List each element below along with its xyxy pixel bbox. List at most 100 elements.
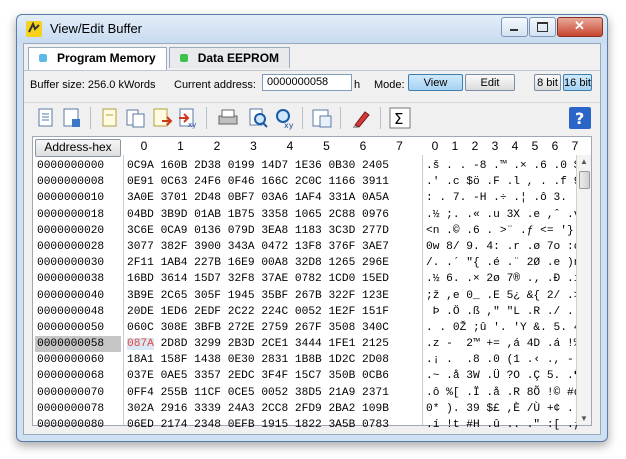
hex-word[interactable]: 3444 (295, 338, 322, 350)
hex-row[interactable]: 0FF4 255B 11CF 0CE5 0052 38D5 21A9 2371 (127, 385, 417, 401)
address-row[interactable]: 0000000018 (35, 207, 121, 223)
hex-word[interactable]: 1D2C (328, 354, 355, 366)
hex-word[interactable]: 0EFB (228, 419, 255, 431)
hex-word[interactable]: 331A (328, 192, 355, 204)
close-button[interactable]: ✕ (557, 17, 603, 37)
hex-word[interactable]: 3A5B (328, 419, 355, 431)
hex-word[interactable]: 255B (161, 387, 188, 399)
hex-row[interactable]: 0E91 0C63 24F6 0F46 166C 2C0C 1166 3911 (127, 174, 417, 190)
hex-word[interactable]: 20DE (127, 306, 154, 318)
title-bar[interactable]: View/Edit Buffer ✕ (17, 15, 607, 43)
16-bit-button[interactable]: 16 bit (563, 74, 592, 91)
scroll-thumb[interactable] (579, 171, 590, 189)
ascii-row[interactable]: .ô %[ .Ï .å .R 8Õ !© #q (426, 385, 586, 401)
hex-row[interactable]: 04BD 3B9D 01AB 1B75 3358 1065 2C88 0976 (127, 207, 417, 223)
hex-word[interactable]: 16BD (127, 273, 154, 285)
hex-word[interactable]: 0C63 (161, 176, 188, 188)
hex-word[interactable]: 3614 (161, 273, 188, 285)
ascii-row[interactable]: .š . . -8 .™ .× .6 .0 $. (426, 158, 587, 174)
ascii-row[interactable]: 0* ). 39 $£ ,È /Ù +¢ .› (426, 401, 586, 417)
hex-word[interactable]: 21A9 (328, 387, 355, 399)
ascii-row[interactable]: .½ ;. .« .u 3X .e ,ˆ .v (426, 207, 586, 223)
hex-row[interactable]: 2F11 1AB4 227B 16E9 00A8 32D8 1265 296E (127, 255, 417, 271)
hex-word[interactable]: 2916 (161, 403, 188, 415)
hex-word[interactable]: 109B (362, 403, 389, 415)
hex-word[interactable]: 3B9E (127, 290, 154, 302)
hex-word[interactable]: 03A6 (261, 192, 288, 204)
address-row[interactable]: 0000000060 (35, 352, 121, 368)
address-row[interactable]: 0000000000 (35, 158, 121, 174)
export-xy-icon[interactable]: xy (176, 106, 200, 130)
hex-word[interactable]: 1AB4 (161, 257, 188, 269)
hex-word[interactable]: 2C0C (295, 176, 322, 188)
hex-word[interactable]: 0FF4 (127, 387, 154, 399)
hex-row[interactable]: 087A 2D8D 3299 2B3D 2CE1 3444 1FE1 2125 (127, 336, 417, 352)
hex-word[interactable]: 2FD9 (295, 403, 322, 415)
hex-word[interactable]: 037E (127, 370, 154, 382)
hex-word[interactable]: 3BFB (194, 322, 221, 334)
hex-word[interactable]: 060C (127, 322, 154, 334)
ascii-row[interactable]: 0w 8/ 9. 4: .r .ø 7o :ç (426, 239, 586, 255)
hex-word[interactable]: 32F8 (228, 273, 255, 285)
hex-word[interactable]: 0199 (228, 160, 255, 172)
ascii-row[interactable]: . . 0Ž ;û '. 'Y &. 5. 4. (426, 320, 587, 336)
hex-word[interactable]: 0F46 (228, 176, 255, 188)
edit-mode-button[interactable]: Edit (465, 74, 515, 91)
address-row[interactable]: 0000000080 (35, 417, 121, 433)
hex-word[interactable]: 2BA2 (328, 403, 355, 415)
hex-word[interactable]: 3AE7 (362, 241, 389, 253)
hex-word[interactable]: 3EA8 (261, 225, 288, 237)
ascii-row[interactable]: : . 7. -H .÷ .¦ .ô 3. .Z (426, 190, 587, 206)
hex-word[interactable]: 2D48 (194, 192, 221, 204)
hex-row[interactable]: 3077 382F 3900 343A 0472 13F8 376F 3AE7 (127, 239, 417, 255)
hex-word[interactable]: 2405 (362, 160, 389, 172)
hex-word[interactable]: 24A3 (228, 403, 255, 415)
hex-word[interactable]: 2D08 (362, 354, 389, 366)
hex-word[interactable]: 3357 (194, 370, 221, 382)
hex-word[interactable]: 160B (161, 160, 188, 172)
hex-word[interactable]: 1B8B (295, 354, 322, 366)
hex-word[interactable]: 0976 (362, 209, 389, 221)
hex-word[interactable]: 3A0E (127, 192, 154, 204)
hex-word[interactable]: 3701 (161, 192, 188, 204)
address-row[interactable]: 0000000020 (35, 223, 121, 239)
hex-word[interactable]: 1E2F (328, 306, 355, 318)
hex-word[interactable]: 350B (328, 370, 355, 382)
hex-word[interactable]: 0136 (194, 225, 221, 237)
hex-word[interactable]: 0E91 (127, 176, 154, 188)
hex-word[interactable]: 1183 (295, 225, 322, 237)
fill-icon[interactable] (350, 106, 374, 130)
hex-row[interactable]: 18A1 158F 1438 0E30 2831 1B8B 1D2C 2D08 (127, 352, 417, 368)
find-icon[interactable] (246, 106, 270, 130)
hex-word[interactable]: 1CD0 (328, 273, 355, 285)
hex-row[interactable]: 3B9E 2C65 305F 1945 35BF 267B 322F 123E (127, 288, 417, 304)
hex-word[interactable]: 2125 (362, 338, 389, 350)
hex-word[interactable]: 2759 (261, 322, 288, 334)
hex-word[interactable]: 079D (228, 225, 255, 237)
hex-word[interactable]: 267B (295, 290, 322, 302)
hex-word[interactable]: 3900 (194, 241, 221, 253)
hex-word[interactable]: 2C88 (328, 209, 355, 221)
hex-word[interactable]: 2F11 (127, 257, 154, 269)
address-hex-header[interactable]: Address-hex (35, 139, 121, 157)
hex-word[interactable]: 340C (362, 322, 389, 334)
hex-word[interactable]: 15C7 (295, 370, 322, 382)
hex-word[interactable]: 0B30 (328, 160, 355, 172)
print-icon[interactable] (216, 106, 240, 130)
ascii-row[interactable]: <n .© .6 . >¨ .ƒ <= '} (426, 223, 586, 239)
hex-word[interactable]: 382F (161, 241, 188, 253)
hex-row[interactable]: 20DE 1ED6 2EDF 2C22 224C 0052 1E2F 151F (127, 304, 417, 320)
tab-data-eeprom[interactable]: Data EEPROM (168, 47, 291, 68)
hex-word[interactable]: 3339 (194, 403, 221, 415)
address-row[interactable]: 0000000008 (35, 174, 121, 190)
hex-word[interactable]: 1945 (228, 290, 255, 302)
hex-word[interactable]: 14D7 (261, 160, 288, 172)
hex-word[interactable]: 2EDF (194, 306, 221, 318)
paste-icon[interactable] (124, 106, 148, 130)
hex-word[interactable]: 2C22 (228, 306, 255, 318)
hex-word[interactable]: 2174 (161, 419, 188, 431)
hex-word[interactable]: 3358 (261, 209, 288, 221)
ascii-row[interactable]: .z - 2™ += ,á 4D .á !% (426, 336, 586, 352)
hex-row[interactable]: 16BD 3614 15D7 32F8 37AE 0782 1CD0 15ED (127, 271, 417, 287)
8-bit-button[interactable]: 8 bit (534, 74, 561, 91)
